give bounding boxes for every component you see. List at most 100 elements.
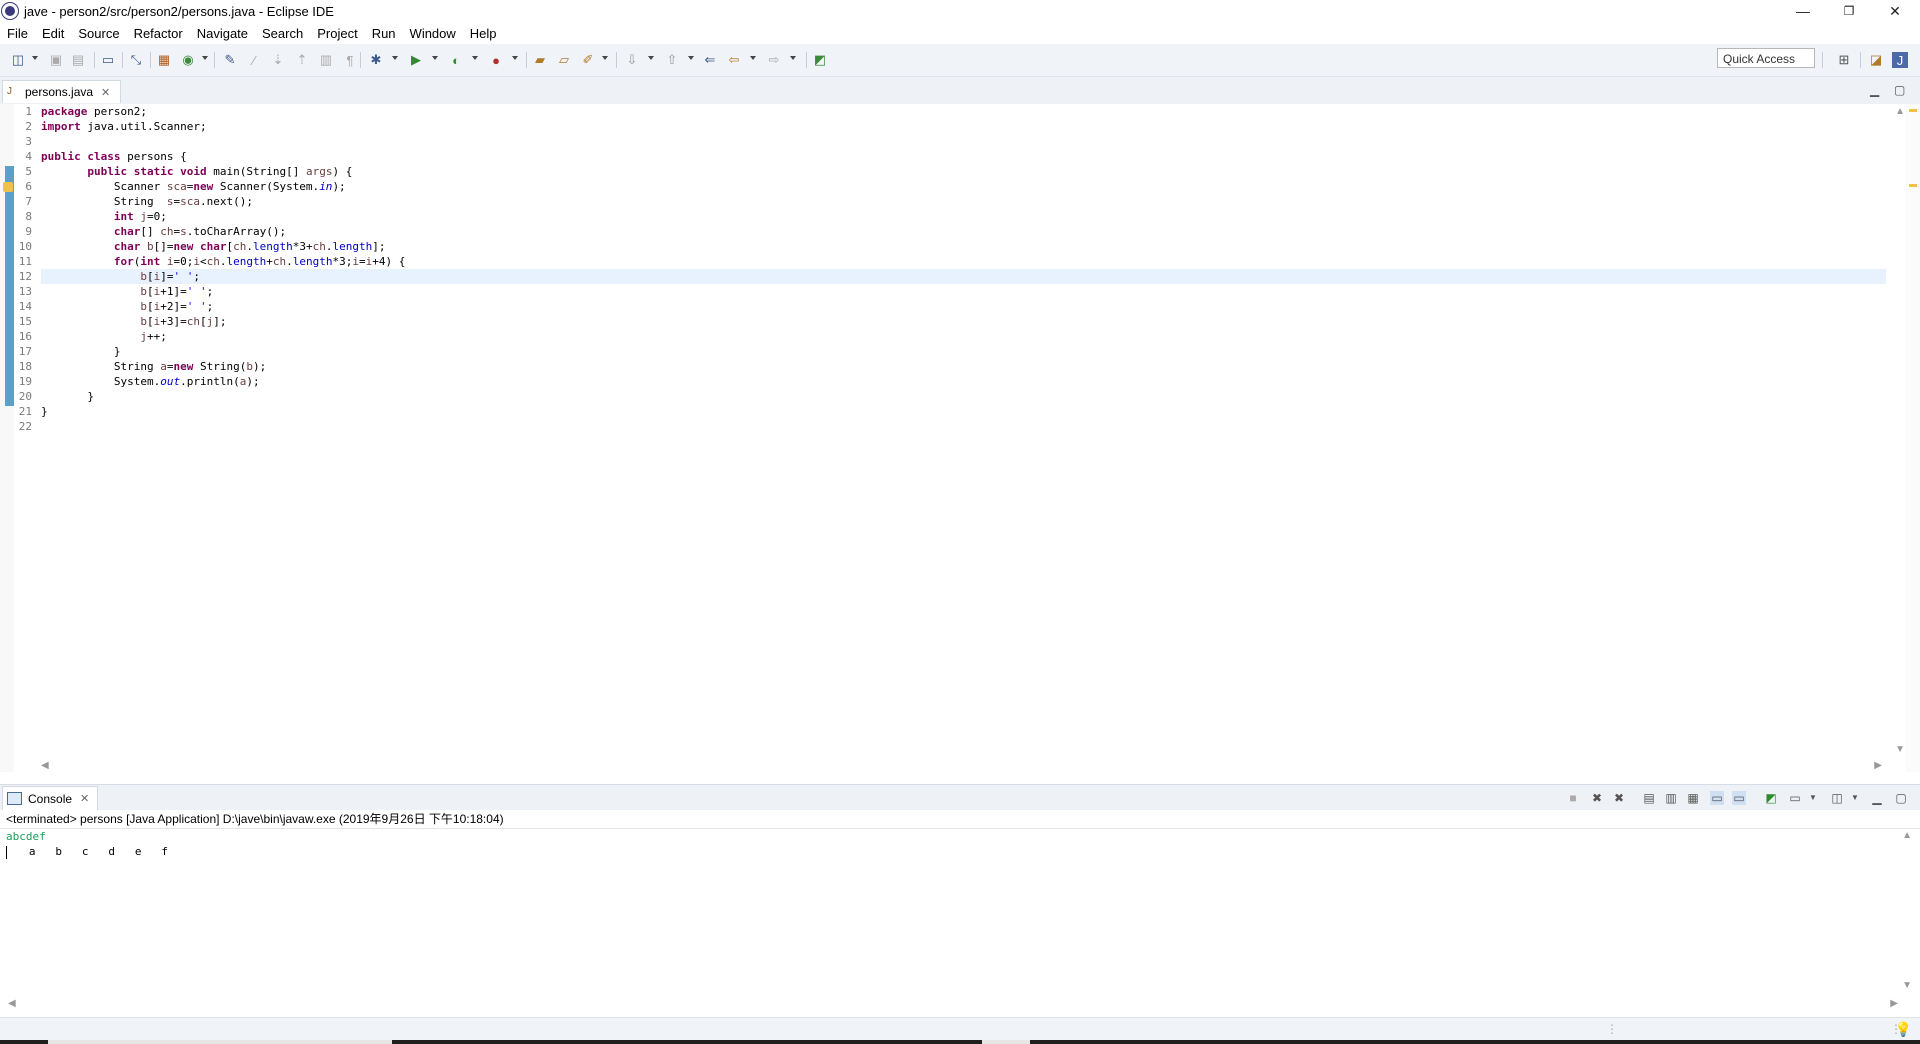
new-dropdown-icon[interactable] (32, 56, 38, 60)
code-line[interactable]: import java.util.Scanner; (41, 119, 1886, 134)
new-java-class-icon[interactable]: ◉ (180, 52, 196, 68)
code-line[interactable]: } (41, 389, 1886, 404)
block-selection-icon[interactable]: ▥ (318, 52, 334, 68)
code-line[interactable]: Scanner sca=new Scanner(System.in); (41, 179, 1886, 194)
code-line[interactable] (41, 419, 1886, 434)
external-tools-dropdown-icon[interactable] (512, 56, 518, 60)
last-edit-location-icon[interactable]: ⇐ (702, 52, 718, 68)
open-console-dropdown-icon[interactable]: ▼ (1848, 791, 1862, 805)
scroll-up-icon[interactable]: ▲ (1895, 106, 1905, 117)
code-line[interactable]: b[i]=' '; (41, 269, 1886, 284)
code-line[interactable]: b[i+1]=' '; (41, 284, 1886, 299)
forward-icon[interactable]: ⇨ (766, 52, 782, 68)
close-window-button[interactable]: ✕ (1872, 0, 1918, 22)
save-icon[interactable]: ▣ (48, 52, 64, 68)
debug-icon[interactable]: ✱ (368, 52, 384, 68)
overview-warning-mark[interactable] (1909, 109, 1917, 112)
restore-button[interactable]: ❐ (1826, 0, 1872, 22)
code-line[interactable] (41, 134, 1886, 149)
console-scroll-left-icon[interactable]: ◀ (8, 998, 16, 1009)
open-type-icon[interactable]: ▰ (532, 52, 548, 68)
code-line[interactable]: char[] ch=s.toCharArray(); (41, 224, 1886, 239)
display-console-dropdown-icon[interactable]: ▼ (1806, 791, 1820, 805)
code-editor[interactable]: 1 2 3 4 5 6 7 8 9 10 11 12 13 14 15 16 17 18 19 20 21 22 pack… (0, 104, 1920, 772)
prev-edit-dropdown-icon[interactable] (688, 56, 694, 60)
next-edit-icon[interactable]: ⇩ (624, 52, 640, 68)
quick-access-input[interactable]: Quick Access (1717, 48, 1815, 68)
next-edit-dropdown-icon[interactable] (648, 56, 654, 60)
maximize-console-icon[interactable]: ▢ (1894, 791, 1908, 805)
toggle-mark-occurrences-icon[interactable]: ✎ (222, 52, 238, 68)
display-console-icon[interactable]: ▭ (1788, 791, 1802, 805)
search-dropdown-icon[interactable] (602, 56, 608, 60)
code-line[interactable]: char b[]=new char[ch.length*3+ch.length]… (41, 239, 1886, 254)
minimize-editor-icon[interactable]: ▁ (1870, 83, 1879, 97)
minimize-button[interactable]: — (1780, 0, 1826, 22)
save-all-icon[interactable]: ▤ (70, 52, 86, 68)
code-line[interactable]: j++; (41, 329, 1886, 344)
new-java-package-icon[interactable]: ▦ (156, 52, 172, 68)
open-console-icon[interactable]: ◫ (1830, 791, 1844, 805)
minimize-console-icon[interactable]: ▁ (1870, 791, 1884, 805)
code-line[interactable]: public class persons { (41, 149, 1886, 164)
search-icon[interactable]: ✐ (580, 52, 596, 68)
code-line[interactable]: b[i+3]=ch[j]; (41, 314, 1886, 329)
new-icon[interactable]: ◫ (10, 52, 26, 68)
toggle-breadcrumb-icon[interactable]: ⁄ (246, 52, 262, 68)
show-on-stderr-icon[interactable]: ▭ (1732, 791, 1746, 805)
tab-console[interactable]: Console ✕ (2, 786, 99, 810)
external-tools-icon[interactable]: ● (488, 52, 504, 68)
menu-help[interactable]: Help (463, 26, 504, 41)
close-tab-icon[interactable]: ✕ (101, 86, 110, 99)
console-scroll-up-icon[interactable]: ▲ (1902, 830, 1912, 841)
code-line[interactable]: int j=0; (41, 209, 1886, 224)
code-line[interactable]: public static void main(String[] args) { (41, 164, 1886, 179)
coverage-dropdown-icon[interactable] (472, 56, 478, 60)
code-line[interactable]: } (41, 344, 1886, 359)
coverage-icon[interactable]: ◐ (448, 52, 464, 68)
next-annotation-icon[interactable]: ⇣ (270, 52, 286, 68)
word-wrap-icon[interactable]: ▦ (1686, 791, 1700, 805)
console-view[interactable]: <terminated> persons [Java Application] … (0, 810, 1920, 1017)
menu-project[interactable]: Project (310, 26, 364, 41)
new-class-dropdown-icon[interactable] (202, 56, 208, 60)
warning-marker-icon[interactable] (3, 182, 13, 192)
open-task-icon[interactable]: ▱ (556, 52, 572, 68)
code-line[interactable]: package person2; (41, 104, 1886, 119)
back-dropdown-icon[interactable] (750, 56, 756, 60)
menu-search[interactable]: Search (255, 26, 310, 41)
menu-source[interactable]: Source (71, 26, 126, 41)
open-perspective-icon[interactable]: ⊞ (1836, 52, 1852, 68)
show-on-stdout-icon[interactable]: ▭ (1710, 791, 1724, 805)
remove-launch-icon[interactable]: ✖ (1590, 791, 1604, 805)
back-icon[interactable]: ⇦ (726, 52, 742, 68)
skip-breakpoints-icon[interactable]: ⤡ (128, 52, 144, 68)
close-console-icon[interactable]: ✕ (80, 792, 89, 805)
forward-dropdown-icon[interactable] (790, 56, 796, 60)
scroll-down-icon[interactable]: ▼ (1895, 744, 1905, 755)
scroll-right-icon[interactable]: ▶ (1874, 760, 1882, 771)
pin-editor-icon[interactable]: ◩ (812, 52, 828, 68)
java-ee-perspective-icon[interactable]: ◪ (1868, 52, 1884, 68)
menu-navigate[interactable]: Navigate (190, 26, 255, 41)
clear-console-icon[interactable]: ▤ (1642, 791, 1656, 805)
menu-window[interactable]: Window (403, 26, 463, 41)
run-icon[interactable]: ▶ (408, 52, 424, 68)
console-output[interactable]: abcdef a b c d e f (0, 829, 1920, 859)
maximize-editor-icon[interactable]: ▢ (1894, 83, 1905, 97)
scroll-lock-icon[interactable]: ▥ (1664, 791, 1678, 805)
scroll-left-icon[interactable]: ◀ (41, 760, 49, 771)
java-perspective-icon[interactable]: J (1892, 52, 1908, 68)
terminate-icon[interactable]: ■ (1566, 791, 1580, 805)
debug-dropdown-icon[interactable] (392, 56, 398, 60)
remove-all-terminated-icon[interactable]: ✖ (1612, 791, 1626, 805)
show-whitespace-icon[interactable]: ¶ (342, 52, 358, 68)
menu-refactor[interactable]: Refactor (127, 26, 190, 41)
code-line[interactable]: String s=sca.next(); (41, 194, 1886, 209)
code-line[interactable]: String a=new String(b); (41, 359, 1886, 374)
menu-run[interactable]: Run (365, 26, 403, 41)
tab-persons-java[interactable]: J persons.java ✕ (2, 80, 122, 103)
code-line[interactable]: } (41, 404, 1886, 419)
prev-edit-icon[interactable]: ⇧ (664, 52, 680, 68)
tips-lightbulb-icon[interactable]: 💡 (1895, 1021, 1912, 1038)
